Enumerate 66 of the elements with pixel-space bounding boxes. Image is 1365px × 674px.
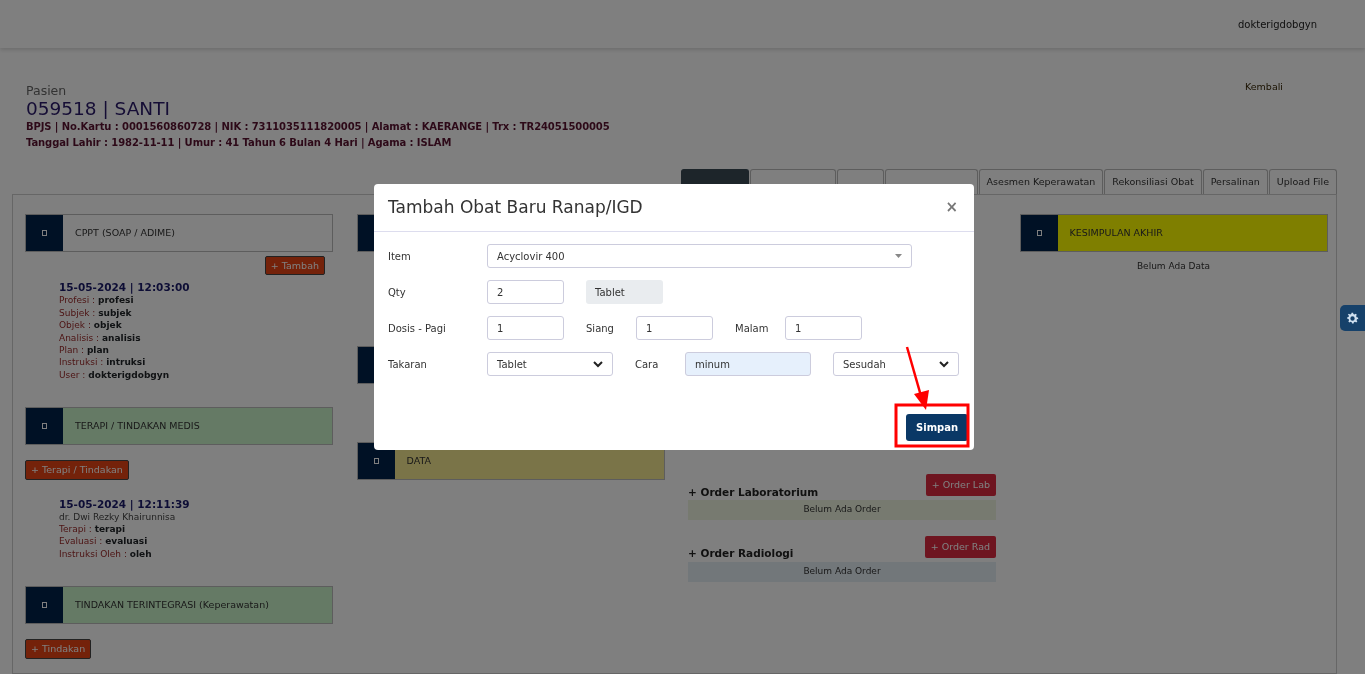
tab[interactable]: Rekonsiliasi Obat bbox=[1104, 169, 1202, 194]
back-link[interactable]: Kembali bbox=[1245, 80, 1283, 151]
settings-button[interactable] bbox=[1340, 305, 1365, 331]
dropdown-select[interactable]: Sesudah bbox=[833, 352, 959, 376]
caret-icon bbox=[895, 254, 902, 258]
user-name[interactable]: dokterigdobgyn bbox=[1238, 16, 1317, 32]
order-title: + Order Radiologi bbox=[688, 546, 794, 562]
empty-order-row: Belum Ada Order bbox=[688, 500, 996, 520]
entry-timestamp: 15-05-2024 | 12:03:00 bbox=[59, 281, 191, 295]
tab[interactable]: Asesmen Keperawatan bbox=[978, 169, 1104, 194]
patient-title: 059518 | SANTI bbox=[26, 97, 171, 119]
dropdown-select[interactable]: Tablet bbox=[487, 352, 613, 376]
panel-title: CPPT (SOAP / ADIME) bbox=[74, 225, 175, 240]
tab[interactable]: Persalinan bbox=[1202, 169, 1268, 194]
panel-title: KESIMPULAN AKHIR bbox=[1068, 225, 1163, 240]
number-field[interactable]: 1 bbox=[636, 316, 713, 340]
entry-field: Objek : objek bbox=[59, 319, 333, 332]
order-title: + Order Laboratorium bbox=[688, 484, 819, 500]
entry-author: dr. Dwi Rezky Khairunnisa bbox=[59, 511, 177, 524]
panel-title: DATA bbox=[405, 453, 431, 468]
field-label: Cara bbox=[635, 357, 660, 372]
add-button[interactable]: + Tambah bbox=[264, 256, 325, 276]
field-label: Siang bbox=[586, 321, 615, 336]
field-label: Takaran bbox=[388, 357, 428, 372]
patient-info: Tanggal Lahir : 1982-11-11 | Umur : 41 Tahun 6 Bulan 4 Hari | Agama : ISLAM bbox=[26, 136, 453, 151]
entry-field: Evaluasi : evaluasi bbox=[59, 535, 333, 548]
panel-icon bbox=[1020, 215, 1058, 251]
order-button[interactable]: + Order Lab bbox=[925, 474, 996, 497]
entry-field: Analisis : analisis bbox=[59, 331, 333, 345]
panel-title: TINDAKAN TERINTEGRASI (Keperawatan) bbox=[74, 598, 269, 613]
close-button[interactable]: × bbox=[943, 196, 960, 219]
field-label: Item bbox=[388, 249, 412, 264]
add-button[interactable]: + Terapi / Tindakan bbox=[25, 460, 129, 480]
text-field[interactable]: minum bbox=[685, 352, 811, 376]
entry-field: Instruksi : intruksi bbox=[59, 356, 333, 369]
empty-note: Belum Ada Data bbox=[1135, 260, 1212, 273]
order-button[interactable]: + Order Rad bbox=[924, 535, 996, 558]
tab[interactable]: Upload File bbox=[1268, 169, 1337, 194]
field-label: Dosis - Pagi bbox=[388, 321, 447, 336]
entry-field: Plan : plan bbox=[59, 344, 333, 357]
annotation-arrow bbox=[905, 346, 929, 410]
item-select[interactable]: Acyclovir 400 bbox=[487, 244, 912, 268]
panel-title: TERAPI / TINDAKAN MEDIS bbox=[74, 419, 200, 434]
save-button[interactable]: Simpan bbox=[906, 414, 969, 441]
field-label: Malam bbox=[735, 321, 770, 336]
chevron-icon bbox=[939, 360, 949, 368]
chevron-icon bbox=[593, 360, 603, 368]
patient-label: Pasien bbox=[26, 84, 68, 98]
patient-info: BPJS | No.Kartu : 0001560860728 | NIK : 7311035111820005 | Alamat : KAERANGE | Trx : TR24051500005 bbox=[26, 120, 610, 135]
field-label: Qty bbox=[388, 285, 407, 300]
add-button[interactable]: + Tindakan bbox=[25, 639, 92, 659]
entry-field: User : dokterigdobgyn bbox=[59, 368, 333, 382]
empty-order-row: Belum Ada Order bbox=[688, 562, 996, 582]
number-field[interactable]: 1 bbox=[785, 316, 862, 340]
panel-icon bbox=[26, 408, 63, 445]
entry-field: Subjek : subjek bbox=[59, 306, 333, 320]
number-field[interactable]: 1 bbox=[487, 316, 564, 340]
unit-field: Tablet bbox=[586, 280, 663, 304]
entry-field: Profesi : profesi bbox=[59, 294, 333, 307]
number-field[interactable]: 2 bbox=[487, 280, 564, 304]
settings-icon bbox=[1345, 310, 1360, 326]
entry-field: Terapi : terapi bbox=[59, 523, 333, 536]
entry-timestamp: 15-05-2024 | 12:11:39 bbox=[59, 497, 191, 511]
entry-field: Instruksi Oleh : oleh bbox=[59, 547, 333, 561]
panel-icon bbox=[26, 587, 63, 624]
modal-title: Tambah Obat Baru Ranap/IGD bbox=[388, 197, 643, 218]
